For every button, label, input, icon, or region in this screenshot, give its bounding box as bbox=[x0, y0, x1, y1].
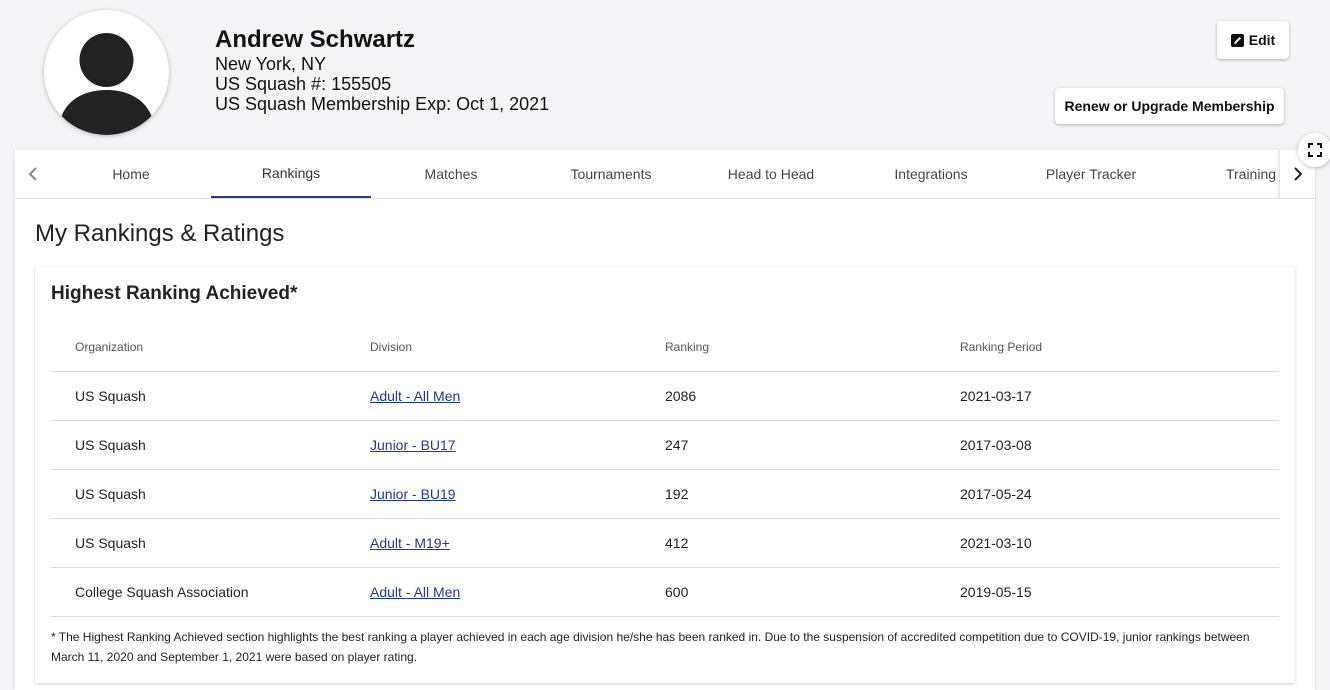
tab-home[interactable]: Home bbox=[51, 150, 211, 198]
column-header-division: Division bbox=[346, 322, 641, 372]
organization-cell: US Squash bbox=[51, 371, 346, 421]
chevron-right-icon bbox=[1294, 167, 1303, 181]
organization-cell: US Squash bbox=[51, 420, 346, 470]
pencil-square-icon bbox=[1230, 33, 1244, 47]
division-cell: Adult - All Men bbox=[346, 567, 641, 617]
division-cell: Adult - M19+ bbox=[346, 518, 641, 568]
main-card: Home Rankings Matches Tournaments Head t… bbox=[15, 150, 1315, 690]
division-cell: Adult - All Men bbox=[346, 371, 641, 421]
division-link[interactable]: Adult - All Men bbox=[370, 388, 460, 404]
column-header-ranking-period: Ranking Period bbox=[936, 322, 1279, 372]
membership-expiration: US Squash Membership Exp: Oct 1, 2021 bbox=[215, 94, 550, 114]
table-header-row: Organization Division Ranking Ranking Pe… bbox=[51, 322, 1279, 372]
ranking-cell: 412 bbox=[641, 518, 936, 568]
highest-ranking-card: Highest Ranking Achieved* Organization D… bbox=[35, 267, 1295, 683]
avatar bbox=[44, 10, 169, 135]
tab-tournaments[interactable]: Tournaments bbox=[531, 150, 691, 198]
division-link[interactable]: Adult - All Men bbox=[370, 584, 460, 600]
ranking-cell: 247 bbox=[641, 420, 936, 470]
tab-integrations[interactable]: Integrations bbox=[851, 150, 1011, 198]
table-row: US Squash Adult - M19+ 412 2021-03-10 bbox=[51, 518, 1279, 568]
table-row: US Squash Junior - BU17 247 2017-03-08 bbox=[51, 420, 1279, 470]
ranking-cell: 2086 bbox=[641, 371, 936, 421]
player-name: Andrew Schwartz bbox=[215, 26, 416, 53]
period-cell: 2017-05-24 bbox=[936, 469, 1279, 519]
fullscreen-button[interactable] bbox=[1298, 133, 1330, 167]
division-link[interactable]: Junior - BU19 bbox=[370, 486, 456, 502]
table-row: College Squash Association Adult - All M… bbox=[51, 567, 1279, 617]
ranking-cell: 600 bbox=[641, 567, 936, 617]
user-silhouette-icon bbox=[58, 33, 155, 135]
organization-cell: US Squash bbox=[51, 518, 346, 568]
period-cell: 2017-03-08 bbox=[936, 420, 1279, 470]
chevron-left-icon bbox=[28, 167, 37, 181]
organization-cell: College Squash Association bbox=[51, 567, 346, 617]
player-location: New York, NY bbox=[215, 54, 327, 74]
tab-head-to-head[interactable]: Head to Head bbox=[691, 150, 851, 198]
edit-label: Edit bbox=[1248, 32, 1276, 48]
organization-cell: US Squash bbox=[51, 469, 346, 519]
renew-membership-button[interactable]: Renew or Upgrade Membership bbox=[1055, 88, 1284, 124]
division-link[interactable]: Adult - M19+ bbox=[370, 535, 450, 551]
rankings-table: Organization Division Ranking Ranking Pe… bbox=[51, 322, 1279, 617]
tab-player-tracker[interactable]: Player Tracker bbox=[1011, 150, 1171, 198]
tab-matches[interactable]: Matches bbox=[371, 150, 531, 198]
column-header-organization: Organization bbox=[51, 322, 346, 372]
division-cell: Junior - BU19 bbox=[346, 469, 641, 519]
profile-info: Andrew Schwartz New York, NY US Squash #… bbox=[215, 26, 549, 114]
tab-bar: Home Rankings Matches Tournaments Head t… bbox=[15, 150, 1315, 199]
ranking-cell: 192 bbox=[641, 469, 936, 519]
ranking-footnote: * The Highest Ranking Achieved section h… bbox=[51, 630, 1250, 664]
tab-rankings[interactable]: Rankings bbox=[211, 150, 371, 198]
edit-button[interactable]: Edit bbox=[1217, 21, 1289, 59]
fullscreen-icon bbox=[1308, 143, 1322, 157]
column-header-ranking: Ranking bbox=[641, 322, 936, 372]
member-number: US Squash #: 155505 bbox=[215, 74, 392, 94]
table-row: US Squash Junior - BU19 192 2017-05-24 bbox=[51, 469, 1279, 519]
highest-ranking-title: Highest Ranking Achieved* bbox=[51, 283, 298, 304]
period-cell: 2021-03-17 bbox=[936, 371, 1279, 421]
table-row: US Squash Adult - All Men 2086 2021-03-1… bbox=[51, 371, 1279, 421]
tabs-scroll-left-button[interactable] bbox=[15, 150, 51, 198]
page-title: My Rankings & Ratings bbox=[35, 220, 285, 247]
period-cell: 2019-05-15 bbox=[936, 567, 1279, 617]
division-link[interactable]: Junior - BU17 bbox=[370, 437, 456, 453]
division-cell: Junior - BU17 bbox=[346, 420, 641, 470]
period-cell: 2021-03-10 bbox=[936, 518, 1279, 568]
